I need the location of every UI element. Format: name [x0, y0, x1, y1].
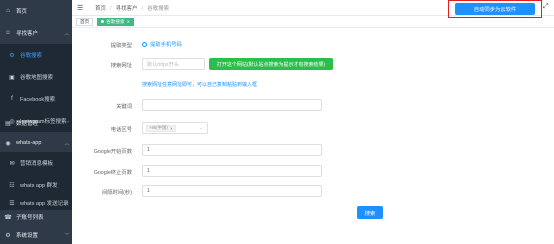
sidebar-item-label: 数据管理 — [16, 121, 39, 127]
template-icon: ✉ — [9, 160, 15, 167]
search-form: 提取类型 提取手机号码 搜索网址 默认https开头 打开这个网站(默认站点搜索… — [72, 28, 554, 244]
sidebar: ⌂ 首页 ☺ 寻找客户 ︿ ⚙ 谷歌搜索 ▣ 谷歌地图搜索 f Facebook… — [0, 0, 72, 244]
interval-input[interactable]: 1 — [142, 185, 322, 197]
fullscreen-icon[interactable]: ⤢ — [543, 3, 549, 11]
sidebar-item-data-management[interactable]: ▤ 数据管理 ﹀ — [0, 112, 72, 134]
sidebar-item-facebook[interactable]: f Facebook搜索 — [0, 88, 72, 110]
sidebar-item-home[interactable]: ⌂ 首页 — [0, 0, 72, 22]
google-end-label: Google终止页数 — [93, 170, 132, 176]
radio-label: 提取手机号码 — [150, 42, 182, 48]
active-dot-icon — [101, 20, 105, 23]
breadcrumb-home[interactable]: 首页 — [95, 6, 106, 12]
close-icon[interactable]: ✕ — [170, 126, 173, 131]
sidebar-item-sub-accounts[interactable]: ☎ 子账号列表 — [0, 206, 72, 228]
sidebar-item-google-maps[interactable]: ▣ 谷歌地图搜索 — [0, 66, 72, 88]
tag-label: 谷歌搜索 — [106, 18, 125, 24]
help-link[interactable]: 搜索网址任意网址即可，可以自己复制粘贴到输入框 — [142, 81, 257, 88]
sidebar-item-label: Facebook搜索 — [20, 97, 56, 103]
chip-label: +86(中国) — [149, 125, 168, 130]
google-end-input[interactable]: 1 — [142, 165, 322, 177]
search-button[interactable]: 搜索 — [357, 206, 383, 219]
sidebar-item-label: whats app 群发 — [20, 183, 58, 189]
database-icon: ▤ — [5, 120, 11, 127]
close-icon[interactable]: ✕ — [127, 19, 130, 24]
radio-icon — [142, 41, 147, 47]
area-code-chip: +86(中国) ✕ — [146, 124, 177, 132]
chevron-down-icon: ﹀ — [64, 232, 70, 239]
chevron-up-icon: ︿ — [64, 30, 70, 37]
map-icon: ▣ — [9, 74, 15, 81]
tag-label: 首页 — [80, 18, 90, 24]
sidebar-item-label: whats-app — [16, 140, 42, 146]
google-start-label: Google开始页数 — [93, 149, 132, 155]
search-url-input[interactable]: 默认https开头 — [142, 58, 205, 70]
home-icon: ⌂ — [6, 8, 10, 14]
search-url-label: 搜索网址 — [110, 63, 132, 69]
open-site-button[interactable]: 打开这个网站(默认站点搜索为提示才有搜索结果) — [209, 58, 333, 70]
sync-cloud-button[interactable]: 自动同步为云软件 — [455, 3, 535, 15]
google-start-input[interactable]: 1 — [142, 144, 322, 156]
sidebar-item-google-search[interactable]: ⚙ 谷歌搜索 — [0, 44, 72, 66]
facebook-icon: f — [11, 96, 13, 102]
keyword-input[interactable] — [142, 99, 322, 111]
sidebar-item-label: 首页 — [16, 9, 28, 15]
user-icon: ☺ — [4, 30, 12, 36]
chevron-down-icon: ﹀ — [64, 120, 70, 127]
keyword-label: 关键词 — [116, 104, 132, 110]
sidebar-item-system-settings[interactable]: ⚙ 系统设置 ﹀ — [0, 226, 72, 244]
sidebar-item-label: 营销消息模板 — [20, 161, 54, 167]
sidebar-item-label: 谷歌地图搜索 — [20, 75, 54, 81]
sidebar-item-label: 谷歌搜索 — [20, 53, 43, 59]
interval-label: 间隔时间(秒) — [101, 190, 132, 196]
breadcrumb: 首页 / 寻找客户 / 谷歌搜索 — [95, 4, 169, 12]
extract-type-label: 提取类型 — [110, 43, 132, 49]
sidebar-item-message-templates[interactable]: ✉ 营销消息模板 — [0, 152, 72, 174]
sidebar-item-label: 系统设置 — [16, 233, 39, 239]
phone-icon: ☎ — [4, 214, 12, 221]
breadcrumb-separator: / — [110, 5, 112, 12]
tag-google-search[interactable]: 谷歌搜索 ✕ — [97, 17, 134, 26]
group-icon: ☷ — [9, 182, 15, 189]
chevron-up-icon: ︿ — [64, 140, 70, 147]
tag-home[interactable]: 首页 — [76, 17, 94, 26]
extract-type-radio[interactable]: 提取手机号码 — [142, 40, 182, 48]
sidebar-item-label: 子账号列表 — [16, 215, 44, 221]
sidebar-item-whatsapp-group-send[interactable]: ☷ whats app 群发 — [0, 174, 72, 196]
sidebar-item-find-customers[interactable]: ☺ 寻找客户 ︿ — [0, 22, 72, 44]
sidebar-item-whatsapp[interactable]: ◉ whats-app ︿ — [0, 132, 72, 154]
area-code-select[interactable]: +86(中国) ✕ ⌄ — [142, 122, 208, 134]
gear-icon: ⚙ — [9, 52, 15, 59]
breadcrumb-current: 谷歌搜索 — [147, 5, 170, 12]
settings-icon: ⚙ — [5, 232, 11, 239]
sidebar-item-label: 寻找客户 — [16, 31, 39, 37]
whatsapp-icon: ◉ — [5, 140, 11, 147]
chevron-down-icon: ⌄ — [198, 125, 203, 131]
area-code-label: 电话区号 — [110, 127, 132, 133]
breadcrumb-find-customers[interactable]: 寻找客户 — [116, 6, 138, 12]
hamburger-icon[interactable]: ☰ — [77, 4, 89, 12]
tags-view: 首页 谷歌搜索 ✕ — [72, 16, 554, 28]
breadcrumb-separator: / — [141, 5, 144, 12]
